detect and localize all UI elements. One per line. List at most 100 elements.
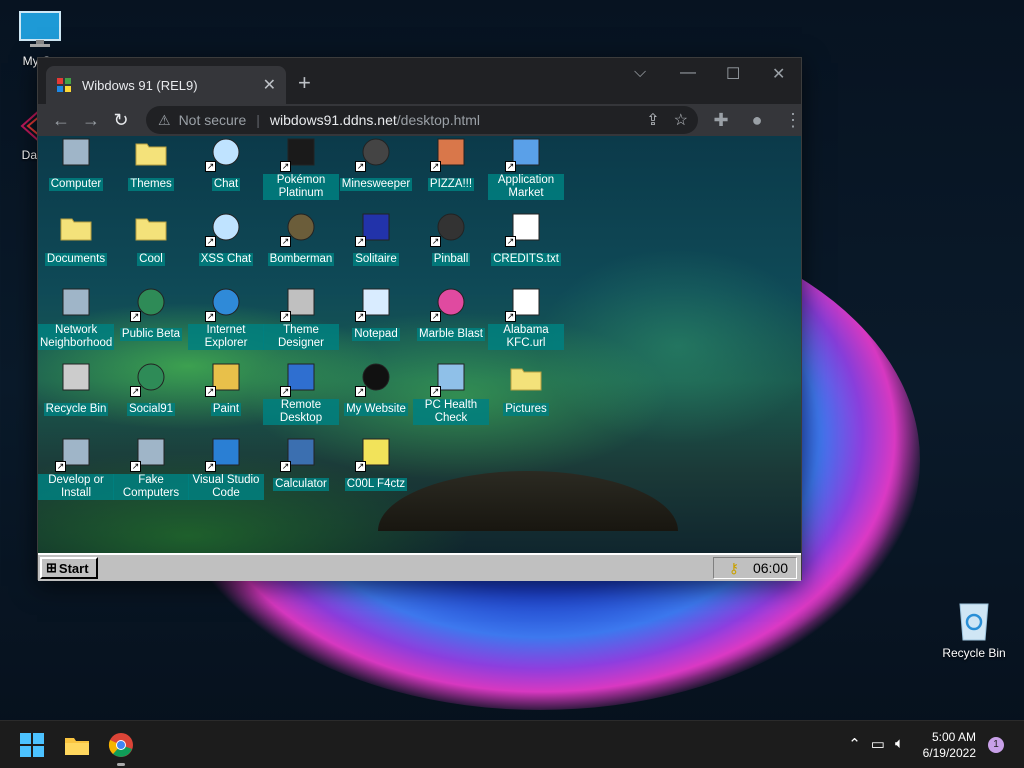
address-bar[interactable]: ⚠ Not secure | wibdows91.ddns.net /deskt…: [146, 106, 698, 134]
network-icon[interactable]: ▭: [871, 735, 885, 753]
notepad-icon: ↗: [355, 286, 393, 322]
computer-icon: [59, 136, 93, 170]
wibdows-icon-theme-designer[interactable]: ↗ Theme Designer: [263, 286, 339, 351]
windows-start-icon[interactable]: [18, 731, 46, 759]
wibdows-icon-label: Internet Explorer: [188, 324, 264, 350]
wibdows-icon-recycle-bin[interactable]: Recycle Bin: [38, 361, 114, 417]
wibdows-icon-cool[interactable]: Cool: [113, 211, 189, 267]
shortcut-arrow-icon: ↗: [130, 311, 141, 322]
github-icon: ↗: [355, 361, 393, 397]
clock[interactable]: 5:00 AM 6/19/2022: [923, 729, 976, 761]
wibdows-icon-xss-chat[interactable]: ↗ XSS Chat: [188, 211, 264, 267]
wibdows-icon-visual-studio-code[interactable]: ↗ Visual Studio Code: [188, 436, 264, 501]
shortcut-arrow-icon: ↗: [280, 461, 291, 472]
wibdows-icon-label: PC Health Check: [413, 399, 489, 425]
shortcut-arrow-icon: ↗: [355, 386, 366, 397]
wibdows-icon-c00l-f4ctz[interactable]: ↗ C00L F4ctz: [338, 436, 414, 492]
notification-badge[interactable]: 1: [988, 737, 1004, 753]
wibdows-icon-fake-computers[interactable]: ↗ Fake Computers: [113, 436, 189, 501]
tab-search-icon[interactable]: ⌵: [634, 64, 646, 82]
wibdows-icon-notepad[interactable]: ↗ Notepad: [338, 286, 414, 342]
wibdows-icon-chat[interactable]: ↗ Chat: [188, 136, 264, 192]
forward-button[interactable]: →: [76, 106, 106, 134]
profile-button[interactable]: ●: [742, 106, 772, 134]
folder-icon: [134, 211, 168, 245]
new-tab-button[interactable]: +: [298, 70, 311, 96]
wibdows-icon-alabama-kfc-url[interactable]: ↗ Alabama KFC.url: [488, 286, 564, 351]
menu-button[interactable]: ⋮: [778, 106, 808, 134]
file-explorer-icon[interactable]: [63, 731, 91, 759]
maximize-button[interactable]: ☐: [726, 64, 740, 84]
share-icon[interactable]: ⇪: [646, 110, 659, 130]
tab-strip: Wibdows 91 (REL9) ✕ + ⌵ — ☐ ✕: [38, 58, 801, 104]
puzzle-icon: ✚: [713, 109, 729, 130]
wibdows-icon-computer[interactable]: Computer: [38, 136, 114, 192]
computer-icon: ↗: [130, 436, 168, 472]
wibdows-tray: ⚷ 06:00: [713, 557, 797, 579]
wibdows-icon-public-beta[interactable]: ↗ Public Beta: [113, 286, 189, 342]
shortcut-arrow-icon: ↗: [430, 161, 441, 172]
folder-icon: [134, 136, 168, 170]
wibdows-icon-label: Calculator: [273, 478, 329, 491]
wibdows-icon-label: Develop or Install: [38, 474, 114, 500]
text-file-icon: ↗: [505, 211, 543, 247]
wibdows-icon-social91[interactable]: ↗ Social91: [113, 361, 189, 417]
shortcut-arrow-icon: ↗: [430, 311, 441, 322]
recycle-bin-icon: [59, 361, 93, 395]
kebab-menu-icon: ⋮: [784, 109, 802, 130]
wibdows-icon-pc-health-check[interactable]: ↗ PC Health Check: [413, 361, 489, 426]
pinball-icon: ↗: [430, 211, 468, 247]
close-window-button[interactable]: ✕: [772, 64, 785, 84]
wibdows-icon-pizza[interactable]: ↗ PIZZA!!!: [413, 136, 489, 192]
extensions-button[interactable]: ✚: [706, 106, 736, 134]
marble-icon: ↗: [430, 286, 468, 322]
shortcut-arrow-icon: ↗: [205, 461, 216, 472]
wibdows-icon-marble-blast[interactable]: ↗ Marble Blast: [413, 286, 489, 342]
wibdows-icon-credits-txt[interactable]: ↗ CREDITS.txt: [488, 211, 564, 267]
back-button[interactable]: ←: [46, 106, 76, 134]
close-tab-icon[interactable]: ✕: [263, 75, 276, 95]
shortcut-arrow-icon: ↗: [355, 311, 366, 322]
folder-icon: [509, 361, 543, 395]
reload-button[interactable]: ↻: [106, 106, 136, 134]
wibdows-icon-label: Bomberman: [267, 253, 335, 266]
wibdows-icon-network-neighborhood[interactable]: Network Neighborhood: [38, 286, 115, 351]
wibdows-icon-pinball[interactable]: ↗ Pinball: [413, 211, 489, 267]
minimize-button[interactable]: —: [680, 64, 696, 82]
wibdows-icon-bomberman[interactable]: ↗ Bomberman: [263, 211, 339, 267]
chevron-up-icon[interactable]: ⌃: [848, 735, 861, 753]
chrome-icon[interactable]: [107, 731, 135, 759]
wibdows-icon-label: Solitaire: [353, 253, 399, 266]
wibdows-icon-minesweeper[interactable]: ↗ Minesweeper: [338, 136, 414, 192]
wibdows-icon-solitaire[interactable]: ↗ Solitaire: [338, 211, 414, 267]
arrow-left-icon: ←: [52, 109, 70, 130]
wibdows-icon-paint[interactable]: ↗ Paint: [188, 361, 264, 417]
bookmark-star-icon[interactable]: ☆: [674, 110, 688, 130]
start-label: Start: [58, 560, 89, 576]
wibdows-icon-pictures[interactable]: Pictures: [488, 361, 564, 417]
warning-icon: ⚠: [158, 111, 171, 128]
taskbar: ⌃ ▭ 🔈︎ 5:00 AM 6/19/2022 1: [0, 720, 1024, 768]
wibdows-icon-remote-desktop[interactable]: ↗ Remote Desktop: [263, 361, 339, 426]
shop-icon: ↗: [505, 136, 543, 172]
wibdows-icon-label: Notepad: [352, 328, 400, 341]
wibdows-icon-internet-explorer[interactable]: ↗ Internet Explorer: [188, 286, 264, 351]
wibdows-icon-my-website[interactable]: ↗ My Website: [338, 361, 414, 417]
wibdows-icon-develop-or-install[interactable]: ↗ Develop or Install: [38, 436, 114, 501]
volume-icon[interactable]: 🔈︎: [895, 735, 904, 753]
key-icon[interactable]: ⚷: [729, 560, 739, 577]
wibdows-icon-application-market[interactable]: ↗ Application Market: [488, 136, 564, 201]
wibdows-icon-themes[interactable]: Themes: [113, 136, 189, 192]
shortcut-arrow-icon: ↗: [505, 161, 516, 172]
browser-tab[interactable]: Wibdows 91 (REL9) ✕: [46, 66, 286, 104]
desktop-icon-recycle-bin[interactable]: Recycle Bin: [934, 598, 1014, 660]
wibdows-icon-label: Computer: [48, 178, 104, 191]
wibdows-desktop: ⊞ Start ⚷ 06:00 Computer Themes ↗ Chat ↗ Poké…: [38, 136, 801, 581]
start-button[interactable]: ⊞ Start: [40, 557, 98, 579]
shortcut-arrow-icon: ↗: [205, 236, 216, 247]
shortcut-arrow-icon: ↗: [505, 311, 516, 322]
wibdows-icon-documents[interactable]: Documents: [38, 211, 114, 267]
wibdows-icon-pok-mon-platinum[interactable]: ↗ Pokémon Platinum: [263, 136, 339, 201]
wibdows-icon-calculator[interactable]: ↗ Calculator: [263, 436, 339, 492]
shortcut-arrow-icon: ↗: [280, 386, 291, 397]
